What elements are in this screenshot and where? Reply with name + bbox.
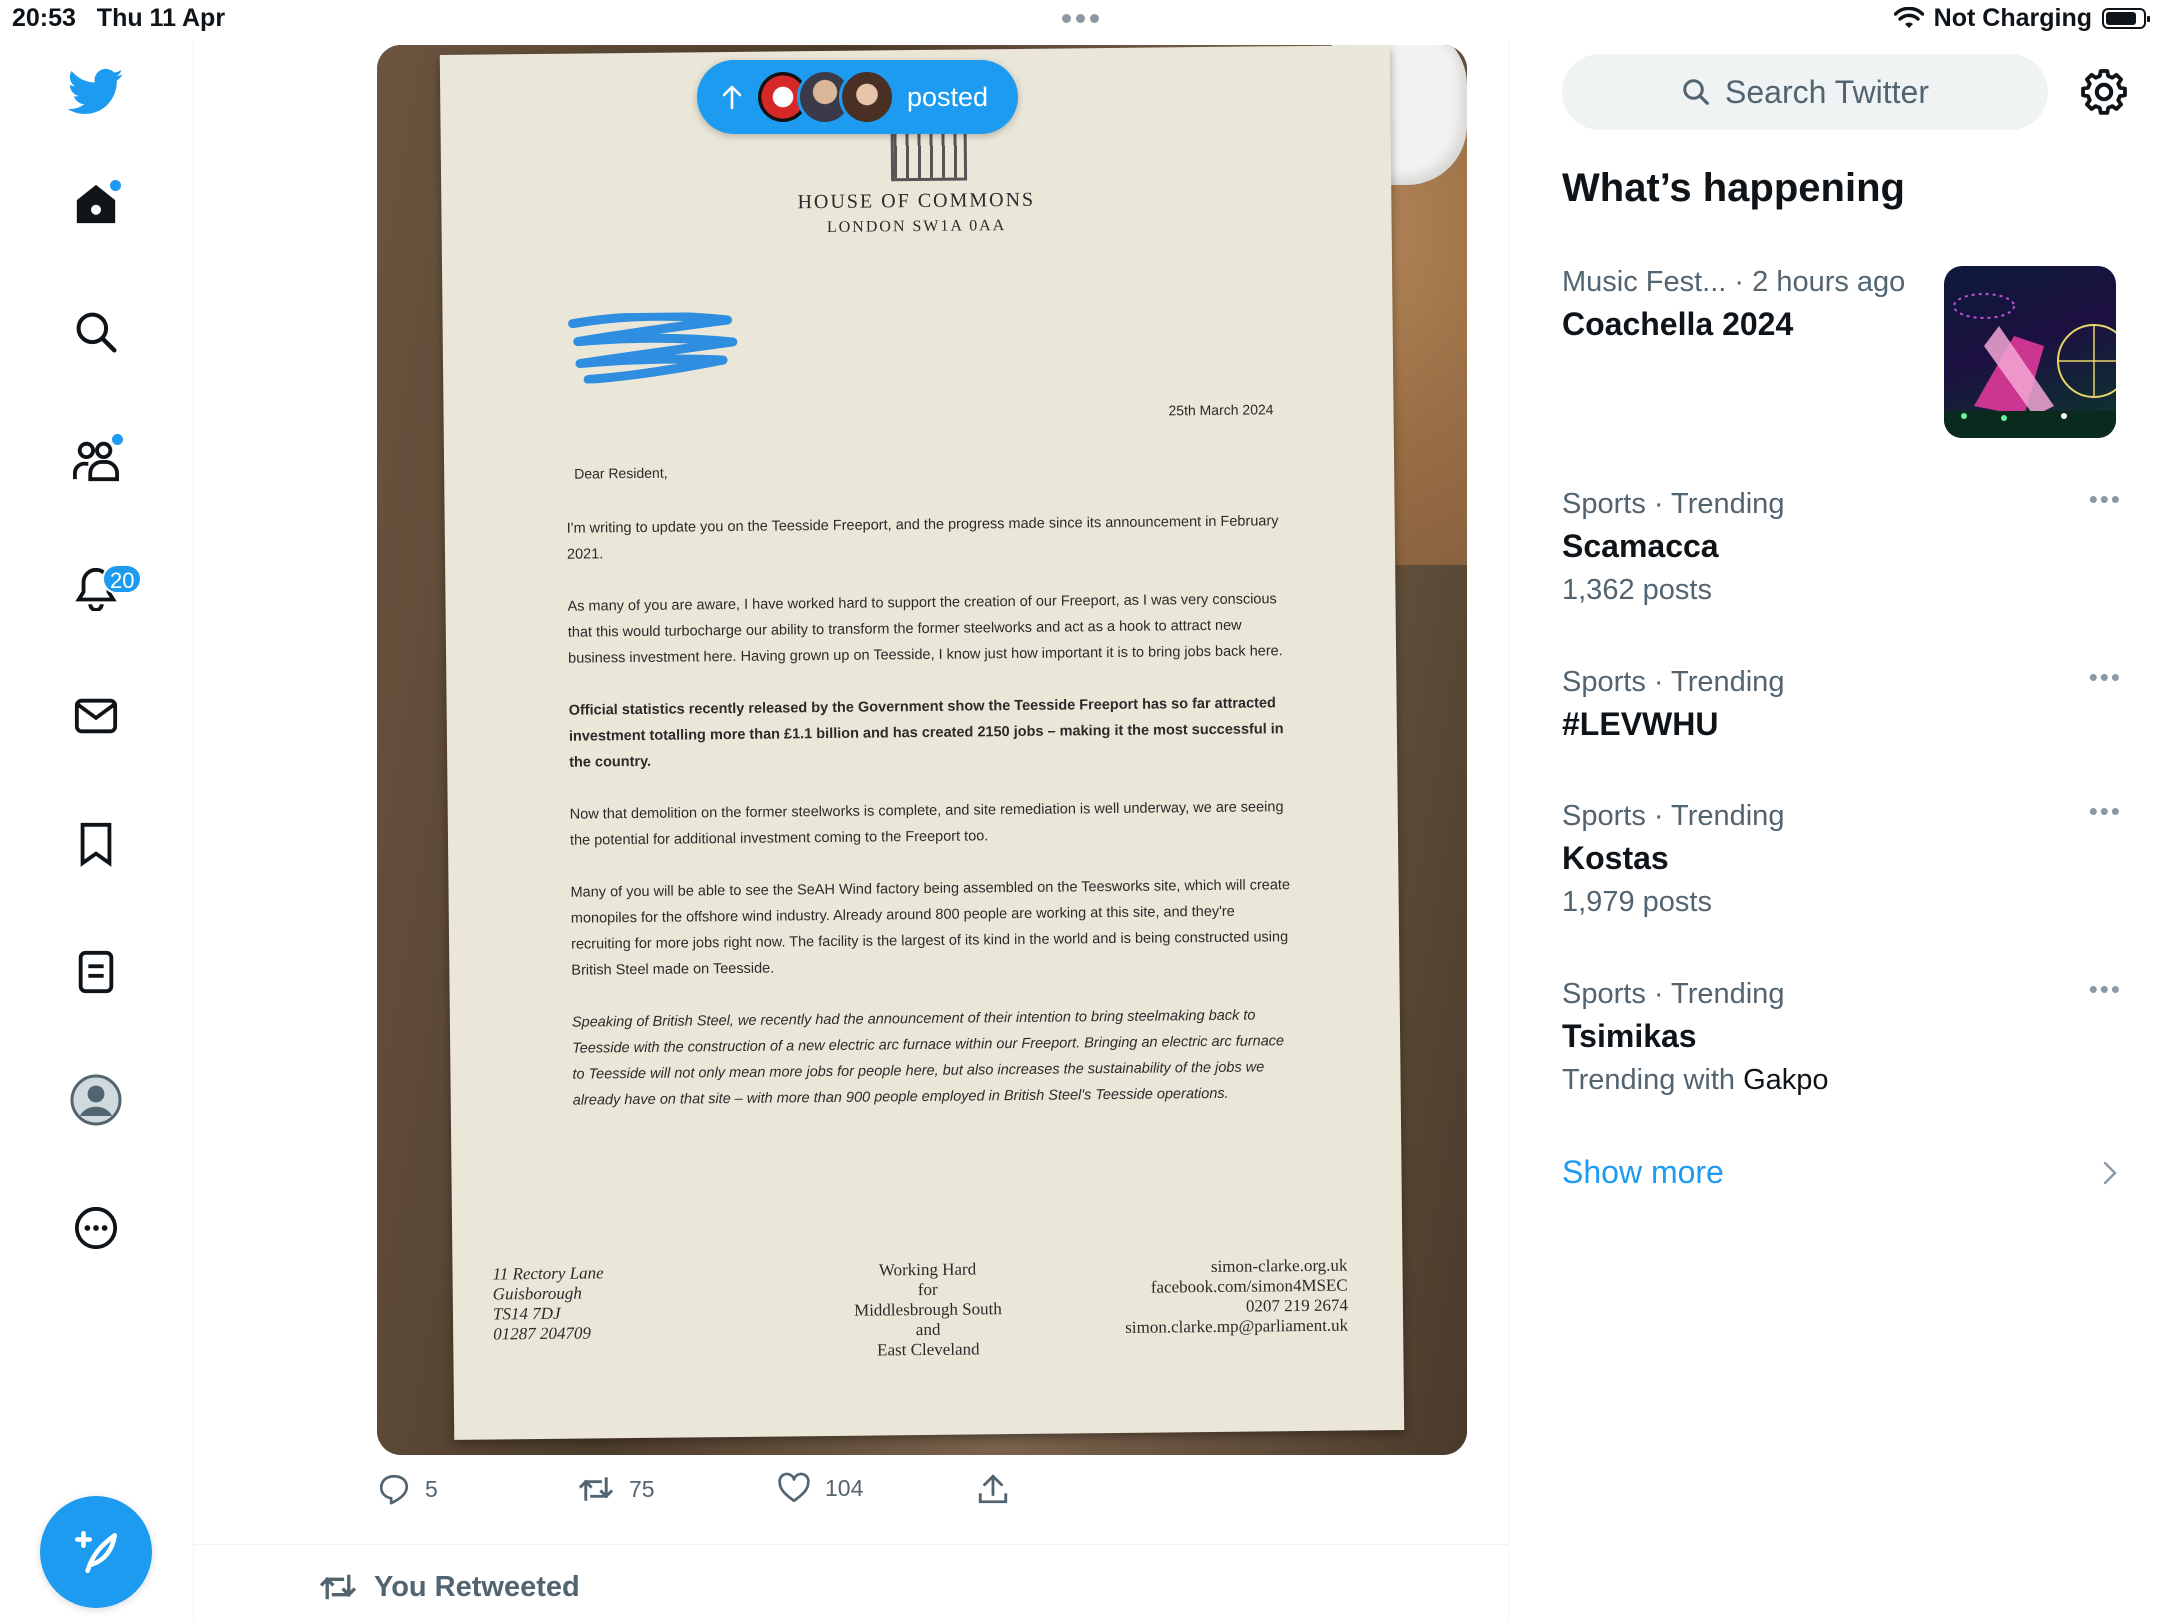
- trend-related: Trending with Gakpo: [1562, 1064, 1829, 1096]
- retweet-icon: [319, 1574, 357, 1600]
- nav-more[interactable]: [66, 1198, 126, 1258]
- heart-icon: [778, 1472, 810, 1503]
- letter-paragraph: As many of you are aware, I have worked …: [567, 591, 1283, 667]
- status-right: Not Charging: [1893, 4, 2150, 33]
- trend-thumbnail[interactable]: [1944, 266, 2116, 438]
- whats-happening-heading: What’s happening: [1562, 166, 1905, 210]
- tweet-photo[interactable]: HOUSE OF COMMONS LONDON SW1A 0AA 25th Ma…: [377, 45, 1467, 1455]
- nav-lists[interactable]: [66, 942, 126, 1002]
- timeline: HOUSE OF COMMONS LONDON SW1A 0AA 25th Ma…: [194, 40, 1509, 1620]
- search-placeholder: Search Twitter: [1725, 73, 1929, 110]
- trend-title: Scamacca: [1562, 528, 1719, 564]
- trend-posts: 1,362 posts: [1562, 574, 1712, 606]
- trend-meta: Sports · Trending: [1562, 800, 1785, 832]
- trend-item[interactable]: Sports · Trending Scamacca 1,362 posts •…: [1562, 484, 2122, 612]
- home-unread-dot: [108, 178, 123, 193]
- list-icon: [78, 950, 114, 994]
- letter-paragraph: Now that demolition on the former steelw…: [569, 799, 1284, 849]
- more-options-icon[interactable]: •••: [2089, 796, 2122, 827]
- nav-messages[interactable]: [66, 686, 126, 746]
- letter-paragraph: I'm writing to update you on the Teessid…: [566, 513, 1279, 563]
- wifi-icon: [1893, 6, 1924, 28]
- trend-item[interactable]: Sports · Trending Kostas 1,979 posts •••: [1562, 796, 2122, 924]
- letter-header: HOUSE OF COMMONS: [797, 188, 1036, 214]
- posted-label: posted: [907, 81, 989, 112]
- more-options-icon[interactable]: •••: [2089, 662, 2122, 693]
- nav-bookmarks[interactable]: [66, 814, 126, 874]
- redaction-scribble: [568, 311, 738, 384]
- trend-title: #LEVWHU: [1562, 706, 1719, 742]
- more-options-icon[interactable]: •••: [2089, 974, 2122, 1005]
- letter-paragraph: Official statistics recently released by…: [568, 695, 1284, 771]
- show-more-link[interactable]: Show more: [1562, 1154, 1724, 1191]
- bookmark-icon: [80, 822, 112, 867]
- new-posts-button[interactable]: posted: [697, 60, 1019, 134]
- posted-avatars: [755, 69, 895, 125]
- nav-communities[interactable]: [66, 430, 126, 490]
- more-circle-icon: [74, 1206, 118, 1250]
- reply-icon: [379, 1474, 409, 1505]
- letter-paragraph: Many of you will be able to see the SeAH…: [570, 877, 1291, 979]
- tweet-actions: 5 75 104: [377, 1472, 1077, 1522]
- arrow-up-icon: [722, 85, 742, 110]
- nav-home[interactable]: [66, 174, 126, 234]
- letter-address: LONDON SW1A 0AA: [826, 217, 1007, 236]
- retweet-context: You Retweeted: [318, 1570, 580, 1604]
- more-options-icon[interactable]: •••: [2089, 484, 2122, 515]
- twitter-logo-icon[interactable]: [66, 62, 126, 122]
- trend-category: Music Fest...: [1562, 266, 1727, 298]
- multitasking-dots[interactable]: [1062, 10, 1104, 28]
- retweet-icon: [578, 1477, 614, 1501]
- compose-tweet-button[interactable]: [40, 1496, 152, 1608]
- trend-item[interactable]: Sports · Trending #LEVWHU •••: [1562, 662, 2122, 746]
- tweet-divider: [194, 1544, 1508, 1545]
- letter-greeting: Dear Resident,: [574, 464, 668, 482]
- search-icon: [1683, 79, 1709, 105]
- gear-icon[interactable]: [2080, 68, 2128, 116]
- trend-meta: Sports · Trending: [1562, 488, 1785, 520]
- search-input[interactable]: Search Twitter: [1562, 54, 2048, 130]
- status-time: 20:53 Thu 11 Apr: [12, 4, 226, 32]
- battery-status-text: Not Charging: [1933, 4, 2092, 32]
- trend-title: Kostas: [1562, 840, 1669, 876]
- reply-button[interactable]: 5: [377, 1472, 438, 1506]
- retweet-button[interactable]: 75: [577, 1472, 655, 1506]
- letter-paper: HOUSE OF COMMONS LONDON SW1A 0AA 25th Ma…: [439, 45, 1405, 1440]
- trend-meta: Sports · Trending: [1562, 978, 1785, 1010]
- letter-date: 25th March 2024: [1168, 401, 1274, 419]
- status-bar: 20:53 Thu 11 Apr Not Charging: [0, 0, 2160, 40]
- share-button[interactable]: [977, 1472, 1009, 1506]
- letter-footer-contact: simon-clarke.org.uk facebook.com/simon4MS…: [1125, 1255, 1349, 1337]
- communities-unread-dot: [110, 432, 125, 447]
- letter-body: I'm writing to update you on the Teessid…: [567, 508, 1293, 1140]
- battery-icon: [2102, 8, 2150, 29]
- feather-plus-icon: [74, 1530, 118, 1574]
- nav-profile[interactable]: [66, 1070, 126, 1130]
- trend-meta: Sports · Trending: [1562, 666, 1785, 698]
- trend-time: · 2 hours ago: [1734, 266, 1906, 298]
- trend-posts: 1,979 posts: [1562, 886, 1712, 918]
- trend-title: Tsimikas: [1562, 1018, 1697, 1054]
- avatar: [839, 69, 895, 125]
- chevron-right-icon: [2103, 1161, 2117, 1185]
- letter-paragraph: Speaking of British Steel, we recently h…: [571, 1007, 1285, 1109]
- mail-icon: [74, 698, 118, 734]
- nav-notifications[interactable]: 20: [66, 558, 143, 618]
- trend-item[interactable]: Sports · Trending Tsimikas Trending with…: [1562, 974, 2122, 1102]
- right-sidebar: Search Twitter What’s happening Music Fe…: [1510, 40, 2160, 1620]
- nav-explore[interactable]: [66, 302, 126, 362]
- left-nav: 20: [0, 40, 194, 1620]
- search-icon: [76, 312, 117, 353]
- avatar: [70, 1074, 122, 1126]
- festival-image: [1944, 293, 2116, 438]
- share-icon: [978, 1474, 1008, 1504]
- like-button[interactable]: 104: [777, 1472, 863, 1504]
- notifications-badge: 20: [102, 564, 143, 594]
